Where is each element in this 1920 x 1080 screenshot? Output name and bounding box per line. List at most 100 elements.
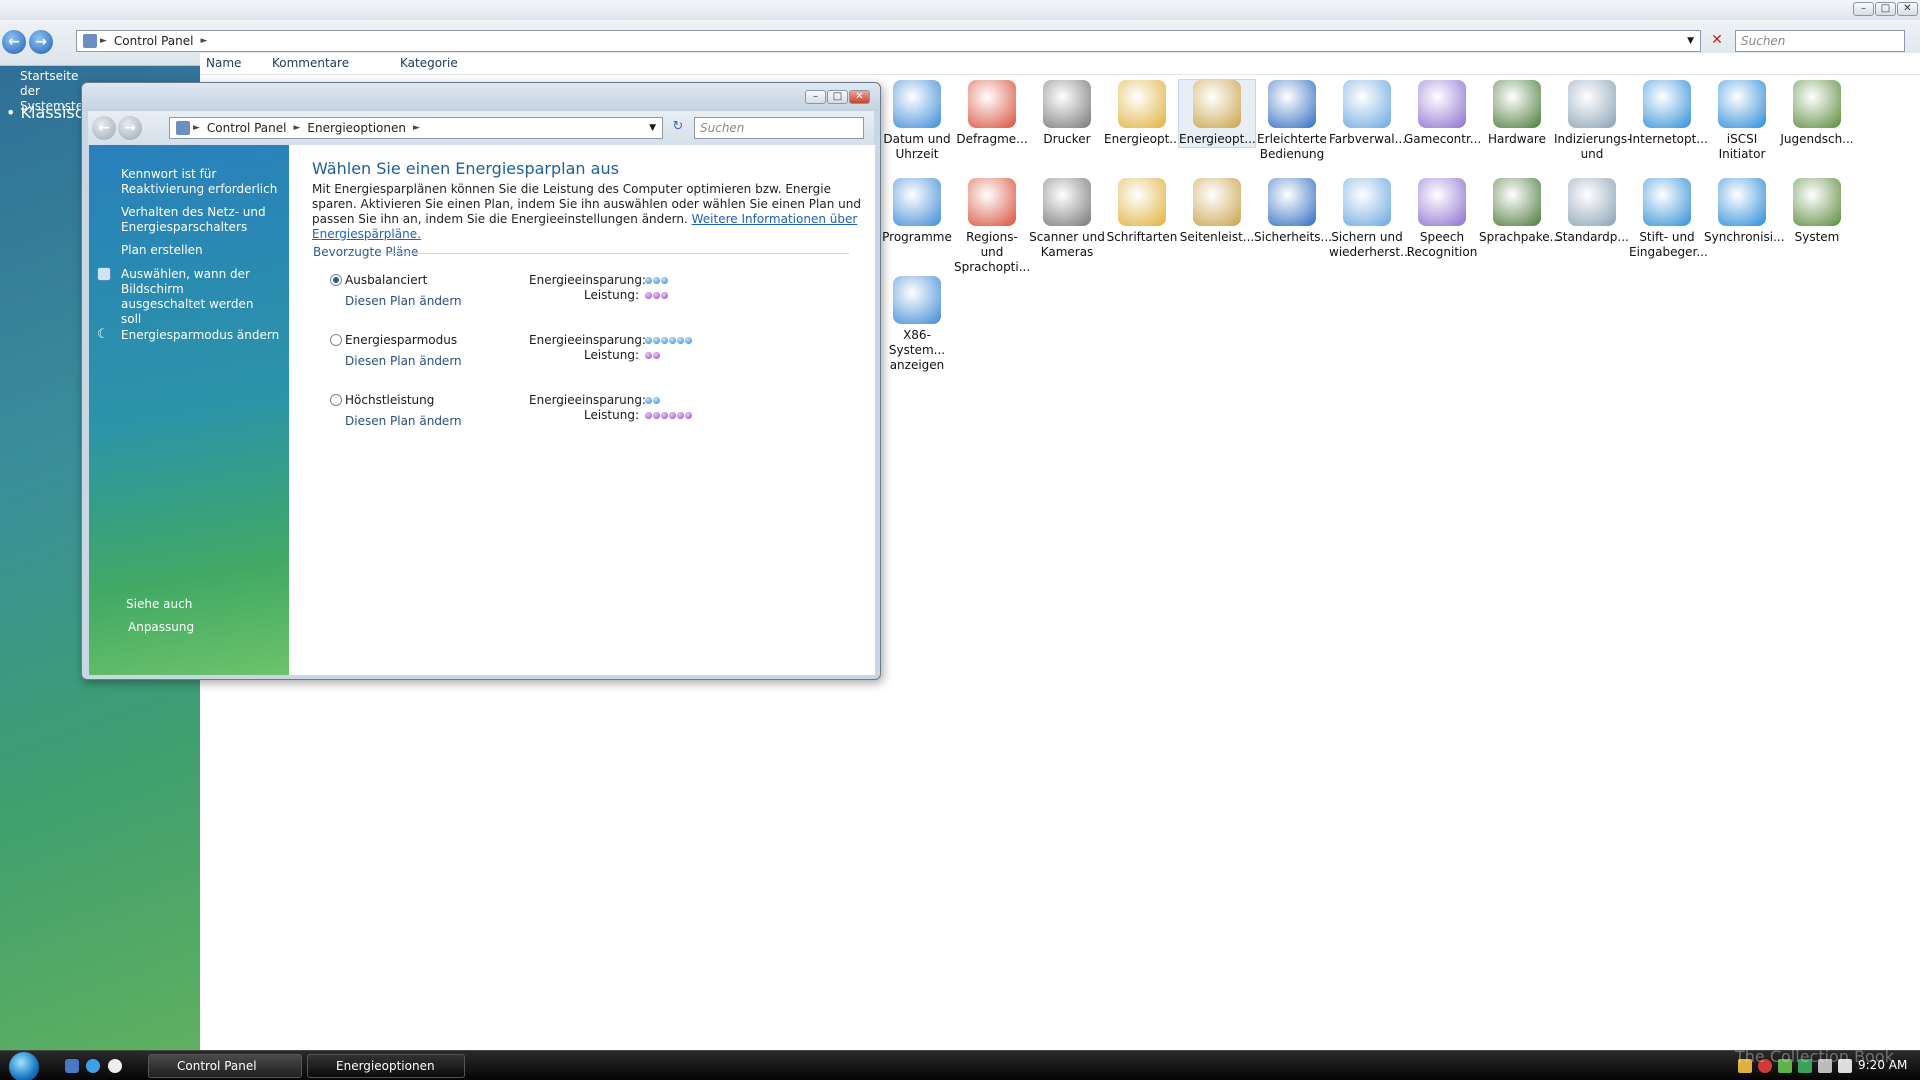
meter-dot: [645, 277, 652, 284]
refresh-icon[interactable]: ↻: [668, 119, 688, 137]
power-window-titlebar: – □ ✕: [82, 83, 880, 111]
task-create-plan[interactable]: Plan erstellen: [121, 243, 281, 258]
cp-item[interactable]: Hardware: [1479, 80, 1555, 147]
main-minimize-button[interactable]: –: [1853, 2, 1874, 16]
cp-item[interactable]: Gamecontr...: [1404, 80, 1482, 147]
cp-item-label: Gamecontr...: [1404, 132, 1482, 146]
task-sleep-settings[interactable]: Energiesparmodus ändern: [121, 328, 281, 343]
cp-item-label: Erleichterte Bedienung: [1257, 132, 1327, 161]
change-plan-link[interactable]: Diesen Plan ändern: [345, 354, 462, 368]
control-panel-icon: [83, 34, 97, 48]
cp-item[interactable]: Energieopt...: [1104, 80, 1181, 147]
cp-item[interactable]: Programme: [879, 178, 955, 245]
cp-item[interactable]: Speech Recognition: [1404, 178, 1480, 260]
cp-item[interactable]: Schriftarten: [1104, 178, 1180, 245]
power-breadcrumb-control-panel[interactable]: Control Panel: [203, 121, 291, 135]
meter-dot: [685, 412, 692, 419]
cp-item[interactable]: X86-System... anzeigen: [879, 276, 955, 373]
meter-dot: [669, 337, 676, 344]
cp-item[interactable]: System: [1779, 178, 1855, 245]
cp-item[interactable]: Jugendsch...: [1779, 80, 1855, 147]
cp-item[interactable]: Drucker: [1029, 80, 1105, 147]
cp-item[interactable]: Regions- und Sprachopti...: [954, 178, 1030, 275]
main-search-input[interactable]: Suchen: [1735, 30, 1905, 52]
cp-item[interactable]: Sichern und wiederherst...: [1329, 178, 1412, 260]
cp-item[interactable]: Scanner und Kameras: [1029, 178, 1105, 260]
cp-item[interactable]: Datum und Uhrzeit: [879, 80, 955, 162]
power-minimize-button[interactable]: –: [805, 90, 826, 104]
cp-item[interactable]: Erleichterte Bedienung: [1254, 80, 1330, 162]
meter-dot: [653, 412, 660, 419]
power-forward-arrow-icon[interactable]: →: [118, 116, 142, 140]
task-power-buttons[interactable]: Verhalten des Netz- und Energiesparschal…: [121, 205, 281, 235]
column-kategorie[interactable]: Kategorie: [400, 56, 458, 70]
cp-item-label: Speech Recognition: [1406, 230, 1478, 259]
power-address-dropdown-icon[interactable]: ▼: [649, 123, 662, 133]
plan-name[interactable]: Energiesparmodus: [345, 333, 457, 347]
task-display-off[interactable]: Auswählen, wann der Bildschirm ausgescha…: [121, 267, 271, 327]
meter-dot: [669, 412, 676, 419]
taskbar-energieoptionen[interactable]: Energieoptionen: [307, 1054, 465, 1078]
taskbar-clock[interactable]: 9:20 AM: [1858, 1058, 1907, 1072]
cp-item[interactable]: Farbverwal...: [1329, 80, 1406, 147]
cp-item[interactable]: Seitenleist...: [1179, 178, 1255, 245]
cp-item[interactable]: Sprachpake...: [1479, 178, 1561, 245]
cp-item-icon: [893, 178, 941, 226]
power-address-bar[interactable]: ► Control Panel ► Energieoptionen ► ▼: [169, 117, 663, 139]
main-breadcrumb-control-panel[interactable]: Control Panel: [110, 34, 198, 48]
start-button-icon[interactable]: [9, 1052, 39, 1080]
change-plan-link[interactable]: Diesen Plan ändern: [345, 414, 462, 428]
display-off-icon: [97, 267, 111, 281]
address-dropdown-icon[interactable]: ▼: [1687, 36, 1700, 46]
main-stop-icon[interactable]: ✕: [1708, 32, 1726, 50]
section-preferred-plans: Bevorzugte Pläne: [313, 245, 419, 259]
see-also-anpassung-link[interactable]: Anpassung: [128, 620, 194, 635]
cp-item[interactable]: Internetopt...: [1629, 80, 1708, 147]
power-maximize-button[interactable]: □: [827, 90, 848, 104]
cp-item-icon: [1118, 80, 1166, 128]
plan-radio[interactable]: [330, 334, 342, 346]
cp-item[interactable]: Stift- und Eingabeger...: [1629, 178, 1708, 260]
column-headers: Name Kommentare Kategorie: [200, 53, 1920, 75]
cp-item-icon: [1343, 80, 1391, 128]
media-player-icon[interactable]: [108, 1059, 122, 1073]
plan-name[interactable]: Ausbalanciert: [345, 273, 427, 287]
cp-item-icon: [1193, 80, 1241, 128]
power-search-input[interactable]: Suchen: [694, 117, 864, 139]
cp-item[interactable]: Standardp...: [1554, 178, 1630, 245]
task-password-on-wakeup[interactable]: Kennwort ist für Reaktivierung erforderl…: [121, 167, 281, 197]
main-close-button[interactable]: ✕: [1897, 2, 1918, 16]
back-arrow-icon[interactable]: ←: [2, 30, 26, 54]
taskbar: Control Panel Energieoptionen: [0, 1050, 1920, 1080]
meter-dot: [661, 412, 668, 419]
forward-arrow-icon[interactable]: →: [29, 30, 53, 54]
cp-item[interactable]: iSCSI Initiator: [1704, 80, 1780, 162]
power-close-button[interactable]: ✕: [849, 90, 870, 104]
main-address-bar[interactable]: ► Control Panel ► ▼: [76, 30, 1701, 52]
power-content: Wählen Sie einen Energiesparplan aus Mit…: [289, 145, 875, 675]
plan-radio[interactable]: [330, 274, 342, 286]
cp-item[interactable]: Defragme...: [954, 80, 1030, 147]
change-plan-link[interactable]: Diesen Plan ändern: [345, 294, 462, 308]
cp-item[interactable]: Sicherheits...: [1254, 178, 1332, 245]
cp-item-icon: [1643, 178, 1691, 226]
column-name[interactable]: Name: [206, 56, 241, 70]
plan-name[interactable]: Höchstleistung: [345, 393, 434, 407]
internet-explorer-icon[interactable]: [86, 1059, 100, 1073]
column-kommentare[interactable]: Kommentare: [272, 56, 349, 70]
main-maximize-button[interactable]: □: [1875, 2, 1896, 16]
cp-item[interactable]: Synchronisi...: [1704, 178, 1785, 245]
cp-item-icon: [968, 80, 1016, 128]
power-back-arrow-icon[interactable]: ←: [92, 116, 116, 140]
performance-label: Leistung:: [583, 348, 639, 362]
cp-item-icon: [1493, 80, 1541, 128]
power-breadcrumb-energieoptionen[interactable]: Energieoptionen: [303, 121, 410, 135]
cp-item[interactable]: Energieopt...: [1178, 79, 1256, 148]
meter-dot: [645, 292, 652, 299]
show-desktop-icon[interactable]: [65, 1059, 79, 1073]
cp-item[interactable]: Indizierungs- und: [1554, 80, 1631, 162]
meter-dot: [653, 277, 660, 284]
plan-radio[interactable]: [330, 394, 342, 406]
taskbar-control-panel[interactable]: Control Panel: [148, 1054, 302, 1078]
savings-label: Energieeinsparung:: [529, 273, 646, 287]
